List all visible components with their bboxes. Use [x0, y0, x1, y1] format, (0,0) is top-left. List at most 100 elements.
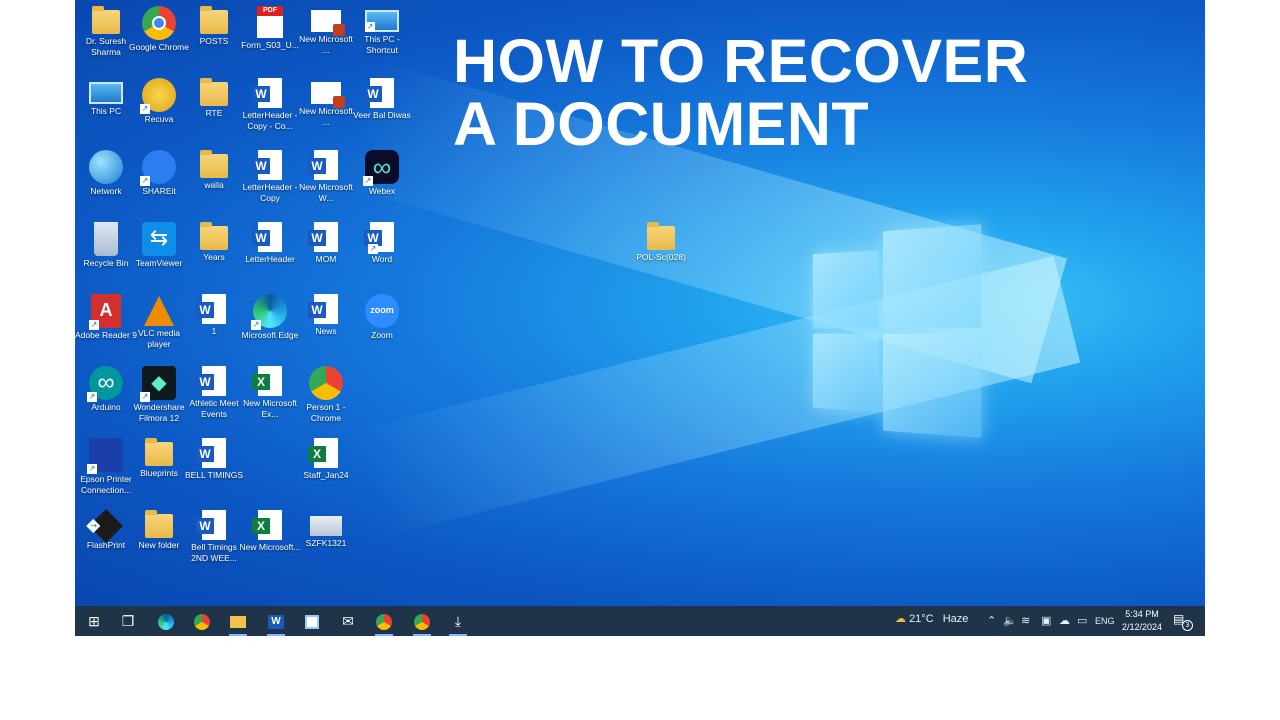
- file-icon: [310, 516, 342, 536]
- desktop-icon-blueprints[interactable]: Blueprints: [128, 432, 190, 479]
- desktop-icon-mom[interactable]: MOM: [295, 216, 357, 265]
- desktop-icon-letterheader[interactable]: LetterHeader: [239, 216, 301, 265]
- desktop-icon-posts[interactable]: POSTS: [183, 0, 245, 47]
- onedrive-icon[interactable]: ☁: [1059, 614, 1070, 627]
- title-line-1: HOW TO RECOVER: [453, 27, 1029, 95]
- word-icon: [196, 366, 226, 396]
- screen: HOW TO RECOVER A DOCUMENT Dr. Suresh Sha…: [75, 0, 1205, 636]
- folder-icon: [145, 438, 173, 466]
- desktop-icon-form-s03[interactable]: Form_S03_U...: [239, 0, 301, 51]
- folder-icon: [200, 222, 228, 250]
- folder-icon: [647, 222, 675, 250]
- desktop-icon-pol-sc-028[interactable]: POL-Sc(028): [630, 216, 692, 263]
- desktop-background: HOW TO RECOVER A DOCUMENT Dr. Suresh Sha…: [75, 0, 1205, 606]
- desktop-icon-microsoft-edge[interactable]: Microsoft Edge: [239, 288, 301, 341]
- chrome-icon: [142, 6, 176, 40]
- excel-icon: [252, 366, 282, 396]
- desktop-icon-letterheader-copy-co[interactable]: LetterHeader - Copy - Co...: [239, 72, 301, 132]
- edge-taskbar-icon[interactable]: [153, 610, 179, 632]
- weather-widget[interactable]: ☁ 21°C Haze: [895, 612, 968, 625]
- chrome-second-taskbar-icon[interactable]: [409, 610, 435, 636]
- desktop-icon-walla[interactable]: walla: [183, 144, 245, 191]
- word-icon: [308, 150, 338, 180]
- word-icon: [252, 150, 282, 180]
- battery-icon[interactable]: ▭: [1077, 614, 1087, 627]
- word-icon: [196, 438, 226, 468]
- file-explorer-icon[interactable]: [225, 610, 251, 636]
- computer-icon: [365, 10, 399, 32]
- store-icon[interactable]: [299, 610, 325, 632]
- folder-icon: [145, 510, 173, 538]
- mail-icon[interactable]: ✉: [335, 610, 361, 632]
- desktop-icon-new-ppt-1[interactable]: New Microsoft ...: [295, 0, 357, 56]
- desktop-icon-this-pc-shortcut[interactable]: This PC - Shortcut: [351, 0, 413, 56]
- weather-condition: Haze: [942, 613, 969, 625]
- desktop-icon-rte[interactable]: RTE: [183, 72, 245, 119]
- chrome-profile-taskbar-icon[interactable]: [371, 610, 397, 636]
- desktop-icon-1[interactable]: 1: [183, 288, 245, 337]
- desktop-icon-filmora[interactable]: Wondershare Filmora 12: [128, 360, 190, 424]
- language-indicator[interactable]: ENG: [1095, 616, 1115, 626]
- haze-icon: ☁: [895, 613, 906, 625]
- desktop-icon-teamviewer[interactable]: TeamViewer: [128, 216, 190, 269]
- word-taskbar-icon[interactable]: W: [263, 610, 289, 636]
- desktop-icon-new-excel[interactable]: New Microsoft Ex...: [239, 360, 301, 420]
- pdf-icon: [257, 6, 283, 38]
- weather-temp: 21°C: [909, 613, 934, 625]
- desktop-icon-new-folder[interactable]: New folder: [128, 504, 190, 551]
- filmora-icon: [140, 366, 176, 402]
- desktop-icon-veer-bal-diwas[interactable]: Veer Bal Diwas: [351, 72, 413, 121]
- clock[interactable]: 5:34 PM 2/12/2024: [1117, 608, 1167, 634]
- desktop-icon-shareit[interactable]: SHAREit: [128, 144, 190, 197]
- word-icon: [308, 294, 338, 324]
- desktop-icon-letterheader-copy[interactable]: LetterHeader - Copy: [239, 144, 301, 204]
- word-icon: [196, 510, 226, 540]
- desktop-icon-news[interactable]: News: [295, 288, 357, 337]
- video-frame-left: [0, 0, 75, 720]
- task-view-icon[interactable]: ❐: [115, 610, 141, 632]
- desktop-icon-athletic-meet[interactable]: Athletic Meet Events: [183, 360, 245, 420]
- start-button[interactable]: ⊞: [81, 610, 107, 632]
- notification-center[interactable]: ▤ 3: [1173, 612, 1193, 631]
- desktop-icon-bell-timings[interactable]: BELL TIMINGS: [183, 432, 245, 481]
- desktop-icon-years[interactable]: Years: [183, 216, 245, 263]
- taskbar: ⊞ ❐ W ✉ ⤓ ☁ 21°C Haze ⌃ 🔈 ≋ ▣ ☁ ▭ ENG 5:…: [75, 606, 1205, 636]
- teamviewer-icon: [142, 222, 176, 256]
- folder-icon: [200, 150, 228, 178]
- desktop-icon-zoom[interactable]: Zoom: [351, 288, 413, 341]
- desktop-icon-webex[interactable]: Webex: [351, 144, 413, 197]
- installer-icon[interactable]: ⤓: [445, 610, 471, 636]
- desktop-icon-vlc[interactable]: VLC media player: [128, 288, 190, 350]
- desktop-icon-new-excel-2[interactable]: New Microsoft...: [239, 504, 301, 553]
- word-app-icon: [364, 222, 394, 254]
- vlc-icon: [144, 296, 174, 326]
- folder-icon: [200, 78, 228, 106]
- chevron-up-icon[interactable]: ⌃: [987, 614, 996, 627]
- desktop-icon-word[interactable]: Word: [351, 216, 413, 265]
- desktop-icon-staff-jan24[interactable]: Staff_Jan24: [295, 432, 357, 481]
- chrome-taskbar-icon[interactable]: [189, 610, 215, 632]
- desktop-icon-new-ppt-2[interactable]: New Microsoft ...: [295, 72, 357, 128]
- desktop-icon-google-chrome[interactable]: Google Chrome: [128, 0, 190, 53]
- computer-icon: [89, 82, 123, 104]
- wifi-icon[interactable]: ≋: [1021, 614, 1030, 627]
- clock-date: 2/12/2024: [1121, 622, 1163, 632]
- adobe-reader-icon: [89, 294, 121, 330]
- word-icon: [364, 78, 394, 108]
- meet-icon[interactable]: ▣: [1041, 614, 1051, 627]
- desktop-icon-person1-chrome[interactable]: Person 1 - Chrome: [295, 360, 357, 424]
- epson-icon: [87, 438, 123, 474]
- word-icon: [252, 222, 282, 252]
- volume-icon[interactable]: 🔈: [1003, 614, 1017, 627]
- edge-icon: [251, 294, 287, 330]
- desktop-icon-new-word[interactable]: New Microsoft W...: [295, 144, 357, 204]
- zoom-icon: [365, 294, 399, 328]
- desktop-icon-szfk1321[interactable]: SZFK1321: [295, 504, 357, 549]
- video-frame-right: [1205, 0, 1280, 720]
- windows-logo: [812, 224, 985, 438]
- word-icon: [308, 222, 338, 252]
- desktop-icon-bell-timings-2nd[interactable]: Bell Timings 2ND WEE...: [183, 504, 245, 564]
- folder-icon: [200, 6, 228, 34]
- desktop-icon-recuva[interactable]: Recuva: [128, 72, 190, 125]
- recuva-icon: [140, 78, 176, 114]
